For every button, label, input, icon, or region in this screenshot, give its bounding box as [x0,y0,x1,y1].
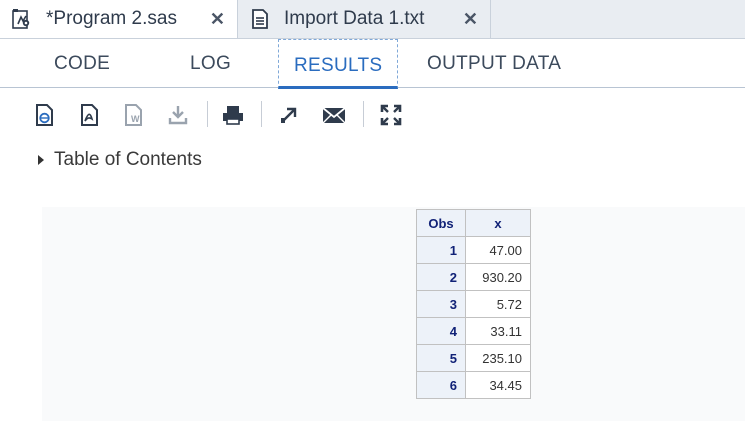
x-cell: 34.45 [465,371,531,399]
file-tab-bar: *Program 2.sas ✕ Import Data 1.txt ✕ [0,0,745,39]
tab-output-data[interactable]: OUTPUT DATA [427,53,561,75]
toolbar-separator [261,101,262,127]
download-rtf-icon[interactable]: W [121,102,147,128]
table-row: 4 33.11 [416,317,531,345]
column-header-x: x [465,209,531,237]
x-cell: 47.00 [465,236,531,264]
x-cell: 5.72 [465,290,531,318]
toolbar-separator [363,101,364,127]
sas-program-icon [11,8,33,30]
obs-cell: 1 [416,236,466,264]
obs-cell: 3 [416,290,466,318]
close-tab-icon[interactable]: ✕ [463,9,478,30]
table-row: 2 930.20 [416,263,531,291]
expand-triangle-icon [38,155,44,165]
obs-cell: 2 [416,263,466,291]
table-row: 5 235.10 [416,344,531,372]
obs-cell: 6 [416,371,466,399]
column-header-obs: Obs [416,209,466,237]
close-tab-icon[interactable]: ✕ [210,9,225,30]
file-tab-import-data[interactable]: Import Data 1.txt ✕ [238,0,491,38]
print-icon[interactable] [220,102,246,128]
tab-log[interactable]: LOG [190,53,231,75]
open-new-window-icon[interactable] [276,102,302,128]
tab-results[interactable]: RESULTS [278,39,399,89]
file-tab-title: *Program 2.sas [46,8,177,29]
results-toolbar: W [0,97,745,135]
download-html-icon[interactable] [32,102,58,128]
email-icon[interactable] [321,102,347,128]
download-icon[interactable] [165,102,191,128]
table-row: 3 5.72 [416,290,531,318]
table-of-contents-toggle[interactable]: Table of Contents [38,149,202,171]
download-pdf-icon[interactable] [77,102,103,128]
toc-label: Table of Contents [54,149,202,170]
toolbar-separator [207,101,208,127]
x-cell: 235.10 [465,344,531,372]
obs-cell: 4 [416,317,466,345]
text-file-icon [249,8,271,30]
svg-text:W: W [131,114,140,124]
results-table: Obs x 1 47.00 2 930.20 3 5.72 4 33.11 5 [416,209,531,399]
table-row: 6 34.45 [416,371,531,399]
view-tab-bar: CODE LOG RESULTS OUTPUT DATA [0,39,745,89]
file-tab-program[interactable]: *Program 2.sas ✕ [0,0,238,38]
maximize-icon[interactable] [378,102,404,128]
table-row: 1 47.00 [416,236,531,264]
obs-cell: 5 [416,344,466,372]
tab-code[interactable]: CODE [54,53,110,75]
table-header-row: Obs x [416,209,531,237]
x-cell: 930.20 [465,263,531,291]
x-cell: 33.11 [465,317,531,345]
file-tab-title: Import Data 1.txt [284,8,425,29]
results-viewer: Obs x 1 47.00 2 930.20 3 5.72 4 33.11 5 [42,207,745,421]
